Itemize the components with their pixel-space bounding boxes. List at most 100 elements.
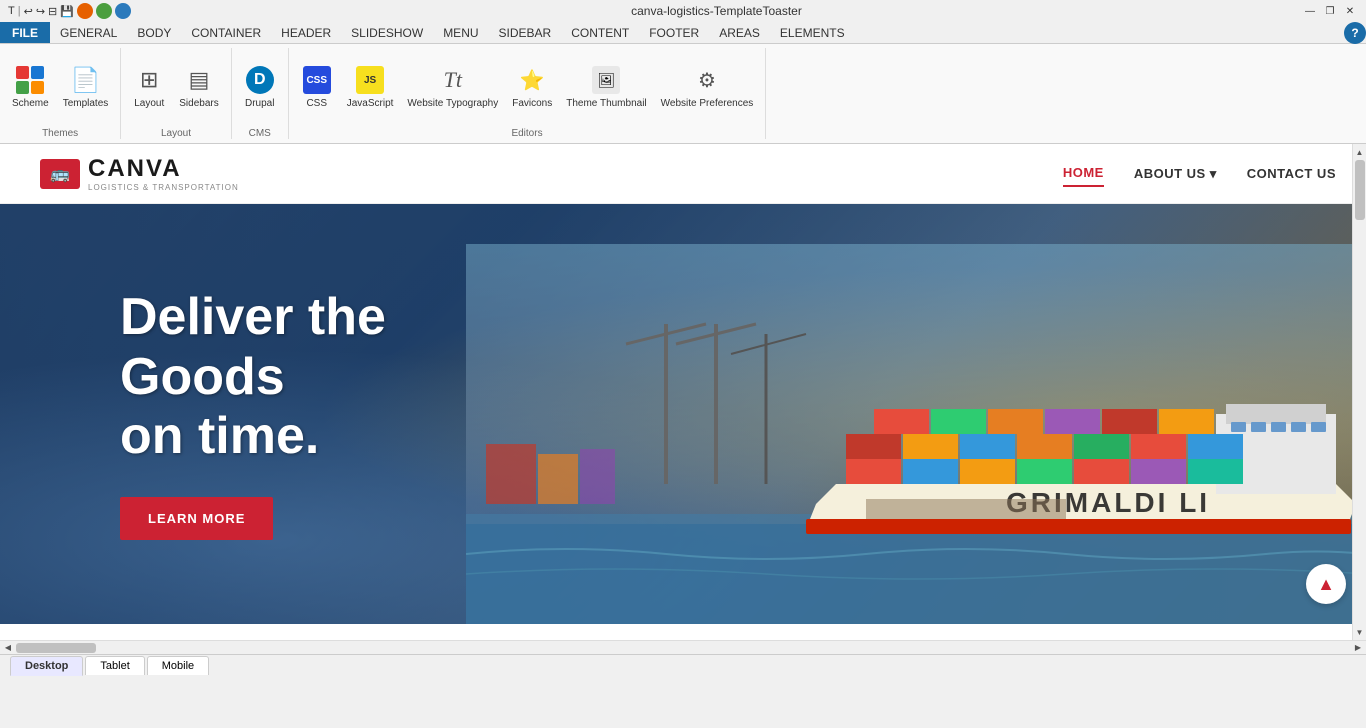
website-preview: ▲ ▼ 🚌 CANVA LOGISTICS & TRANSPORTATION H… [0,144,1366,640]
status-bar: Desktop Tablet Mobile [0,654,1366,676]
title-bar-icons: T | ↩ ↪ ⊟ 💾 [8,3,131,19]
logo-text-main: CANVA [88,155,239,183]
website-preferences-label: Website Preferences [661,98,754,110]
favicons-button[interactable]: ⭐ Favicons [506,62,558,112]
file-menu[interactable]: FILE [0,22,50,43]
hero-content: Deliver the Goods on time. LEARN MORE [0,288,550,540]
themes-group-items: Scheme 📄 Templates [6,48,114,126]
layout-group-items: ⊞ Layout ▤ Sidebars [127,48,224,126]
layout-label: Layout [134,98,164,110]
title-bar-controls[interactable]: — ❐ ✕ [1302,3,1358,19]
menu-sidebar[interactable]: SIDEBAR [489,22,562,43]
scheme-label: Scheme [12,98,49,110]
restore-button[interactable]: ❐ [1322,3,1338,19]
menu-footer[interactable]: FOOTER [639,22,709,43]
hero-title-line2: on time. [120,407,550,467]
theme-thumbnail-icon: 🖼 [590,64,622,96]
ribbon: Scheme 📄 Templates Themes ⊞ Layout [0,44,1366,144]
javascript-label: JavaScript [347,98,394,110]
tab-tablet[interactable]: Tablet [85,656,144,675]
cms-group: D Drupal CMS [232,48,289,139]
nav-about[interactable]: ABOUT US ▾ [1134,161,1217,187]
menu-general[interactable]: GENERAL [50,22,127,43]
menu-elements[interactable]: ELEMENTS [770,22,855,43]
templates-button[interactable]: 📄 Templates [57,62,115,112]
window-title: canva-logistics-TemplateToaster [631,4,802,18]
scheme-button[interactable]: Scheme [6,62,55,112]
theme-thumbnail-label: Theme Thumbnail [566,98,646,110]
editors-group-items: CSS CSS JS JavaScript Tt We [295,48,760,126]
tab-desktop[interactable]: Desktop [10,656,83,676]
layout-icon: ⊞ [133,64,165,96]
ribbon-content: Scheme 📄 Templates Themes ⊞ Layout [0,44,1366,143]
cms-group-items: D Drupal [238,48,282,126]
favicons-icon: ⭐ [516,64,548,96]
css-label: CSS [306,98,327,110]
menu-menu[interactable]: MENU [433,22,488,43]
templates-label: Templates [63,98,109,110]
layout-group: ⊞ Layout ▤ Sidebars Layout [121,48,231,139]
website-preferences-icon: ⚙ [691,64,723,96]
drupal-icon: D [244,64,276,96]
site-logo: 🚌 CANVA LOGISTICS & TRANSPORTATION [40,155,239,192]
scroll-up-button[interactable]: ▲ [1306,564,1346,604]
drupal-button[interactable]: D Drupal [238,62,282,112]
drupal-label: Drupal [245,98,274,110]
menu-header[interactable]: HEADER [271,22,341,43]
favicons-label: Favicons [512,98,552,110]
nav-contact[interactable]: CONTACT US [1247,161,1336,186]
scroll-down-arrow[interactable]: ▼ [1353,624,1366,640]
hero-section: GRIMALDI LI Deliver the Goods on time. L… [0,204,1366,624]
javascript-icon: JS [354,64,386,96]
hero-title-line1: Deliver the Goods [120,288,550,408]
theme-thumbnail-button[interactable]: 🖼 Theme Thumbnail [560,62,652,112]
site-navigation: 🚌 CANVA LOGISTICS & TRANSPORTATION HOME … [0,144,1366,204]
typography-label: Website Typography [407,98,498,110]
menu-bar: FILE GENERAL BODY CONTAINER HEADER SLIDE… [0,22,1366,44]
scroll-up-arrow[interactable]: ▲ [1353,144,1366,160]
learn-more-button[interactable]: LEARN MORE [120,497,273,540]
cms-group-label: CMS [249,128,271,139]
tab-mobile[interactable]: Mobile [147,656,209,675]
templates-icon: 📄 [69,64,101,96]
menu-areas[interactable]: AREAS [709,22,770,43]
typography-icon: Tt [437,64,469,96]
site-menu: HOME ABOUT US ▾ CONTACT US [1063,160,1336,187]
close-button[interactable]: ✕ [1342,3,1358,19]
css-icon: CSS [301,64,333,96]
nav-home[interactable]: HOME [1063,160,1104,187]
scroll-thumb[interactable] [1355,160,1365,220]
menu-container[interactable]: CONTAINER [181,22,271,43]
vertical-scrollbar[interactable]: ▲ ▼ [1352,144,1366,640]
horizontal-scrollbar[interactable]: ◀ ▶ [0,640,1366,654]
themes-group-label: Themes [42,128,78,139]
layout-button[interactable]: ⊞ Layout [127,62,171,112]
themes-group: Scheme 📄 Templates Themes [0,48,121,139]
hscroll-thumb[interactable] [16,643,96,653]
help-button[interactable]: ? [1344,22,1366,44]
hero-title: Deliver the Goods on time. [120,288,550,467]
sidebars-button[interactable]: ▤ Sidebars [173,62,224,112]
hscroll-right-arrow[interactable]: ▶ [1350,641,1366,655]
website-preferences-button[interactable]: ⚙ Website Preferences [655,62,760,112]
editors-group: CSS CSS JS JavaScript Tt We [289,48,767,139]
website-typography-button[interactable]: Tt Website Typography [401,62,504,112]
sidebars-label: Sidebars [179,98,218,110]
editors-group-label: Editors [511,128,542,139]
logo-text-sub: LOGISTICS & TRANSPORTATION [88,183,239,192]
logo-text: CANVA LOGISTICS & TRANSPORTATION [88,155,239,192]
css-button[interactable]: CSS CSS [295,62,339,112]
menu-body[interactable]: BODY [127,22,181,43]
hero-ship-illustration: GRIMALDI LI [466,244,1366,624]
about-dropdown-icon: ▾ [1210,166,1217,182]
title-bar: T | ↩ ↪ ⊟ 💾 canva-logistics-TemplateToas… [0,0,1366,22]
sidebars-icon: ▤ [183,64,215,96]
menu-slideshow[interactable]: SLIDESHOW [341,22,433,43]
logo-icon: 🚌 [40,159,80,189]
scheme-icon [14,64,46,96]
minimize-button[interactable]: — [1302,3,1318,19]
menu-content[interactable]: CONTENT [561,22,639,43]
hscroll-left-arrow[interactable]: ◀ [0,641,16,655]
javascript-button[interactable]: JS JavaScript [341,62,400,112]
layout-group-label: Layout [161,128,191,139]
